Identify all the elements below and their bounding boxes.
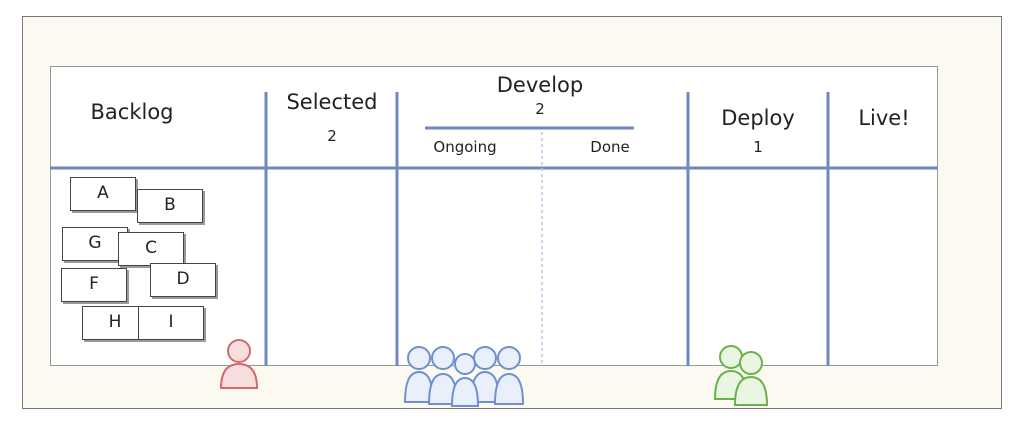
selected-wip-limit: 2 bbox=[327, 127, 337, 145]
column-title-deploy: Deploy bbox=[721, 106, 795, 130]
person-icon-red bbox=[219, 339, 259, 389]
people-group-icon-green bbox=[713, 345, 769, 406]
column-title-live: Live! bbox=[858, 106, 910, 130]
column-title-backlog: Backlog bbox=[90, 100, 174, 124]
card-a[interactable]: A bbox=[70, 177, 136, 211]
develop-wip-limit: 2 bbox=[535, 100, 545, 118]
card-d[interactable]: D bbox=[150, 263, 216, 297]
card-c[interactable]: C bbox=[118, 232, 184, 266]
people-group-icon-blue bbox=[403, 346, 525, 407]
develop-ongoing-label: Ongoing bbox=[433, 138, 497, 156]
deploy-wip-limit: 1 bbox=[753, 138, 763, 156]
column-title-develop: Develop bbox=[496, 73, 584, 97]
card-f[interactable]: F bbox=[61, 268, 127, 302]
develop-done-label: Done bbox=[590, 138, 630, 156]
column-title-selected: Selected bbox=[286, 90, 378, 114]
card-b[interactable]: B bbox=[137, 189, 203, 223]
card-i[interactable]: I bbox=[138, 306, 204, 340]
